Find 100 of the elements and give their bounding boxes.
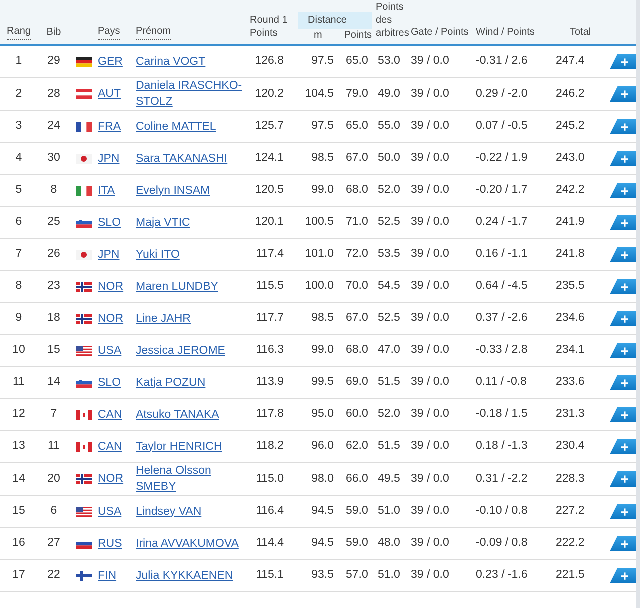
athlete-link[interactable]: Carina VOGT: [136, 54, 206, 70]
column-header[interactable]: m: [294, 29, 336, 42]
column-header[interactable]: Pays: [98, 24, 120, 40]
expand-button[interactable]: +: [610, 536, 636, 552]
table-cell: 52.5: [378, 311, 400, 326]
table-cell: 233.6: [556, 375, 585, 390]
athlete-link[interactable]: Helena Olsson SMEBY: [136, 463, 244, 495]
table-cell: 53.5: [378, 247, 400, 262]
expand-button[interactable]: +: [610, 54, 636, 70]
expand-button[interactable]: +: [610, 406, 636, 422]
table-cell: 6: [50, 504, 58, 519]
column-header[interactable]: Gate / Points: [411, 25, 469, 40]
table-cell: 47.0: [378, 343, 400, 358]
table-cell: 94.5: [312, 536, 334, 551]
expand-button[interactable]: +: [610, 214, 636, 230]
table-cell: -0.20 / 1.7: [476, 183, 528, 198]
table-cell: 114.4: [256, 536, 284, 551]
table-cell: 10: [12, 343, 26, 358]
table-cell: 0.23 / -1.6: [476, 568, 528, 583]
athlete-link[interactable]: Katja POZUN: [136, 374, 206, 390]
table-cell: 231.3: [556, 407, 585, 422]
table-cell: 9: [16, 311, 22, 326]
table-cell: 51.0: [378, 504, 400, 519]
athlete-link[interactable]: Maja VTIC: [136, 214, 190, 230]
table-cell: 3: [16, 119, 22, 134]
column-header[interactable]: Total: [570, 25, 592, 40]
flag-icon: [76, 442, 92, 452]
athlete-link[interactable]: Julia KYKKAENEN: [136, 568, 234, 584]
country-link[interactable]: JPN: [98, 150, 120, 166]
column-header[interactable]: Bib: [46, 25, 62, 40]
expand-button[interactable]: +: [610, 182, 636, 198]
expand-button[interactable]: +: [610, 118, 636, 134]
country-link[interactable]: ITA: [98, 182, 116, 198]
expand-button[interactable]: +: [610, 150, 636, 166]
country-link[interactable]: USA: [98, 504, 122, 520]
expand-button[interactable]: +: [610, 471, 636, 487]
table-cell: 6: [16, 215, 22, 230]
expand-button[interactable]: +: [610, 438, 636, 454]
athlete-link[interactable]: Daniela IRASCHKO-STOLZ: [136, 78, 244, 110]
flag-icon: [76, 346, 92, 356]
athlete-link[interactable]: Coline MATTEL: [136, 118, 216, 134]
athlete-link[interactable]: Lindsey VAN: [136, 504, 202, 520]
expand-button[interactable]: +: [610, 310, 636, 326]
country-link[interactable]: AUT: [98, 86, 121, 102]
table-cell: -0.31 / 2.6: [476, 54, 528, 69]
athlete-link[interactable]: Irina AVVAKUMOVA: [136, 536, 239, 552]
country-link[interactable]: FRA: [98, 118, 121, 134]
column-group-header: Distance: [298, 12, 372, 29]
country-link[interactable]: GER: [98, 54, 123, 70]
country-link[interactable]: NOR: [98, 278, 124, 294]
table-cell: 66.0: [346, 472, 368, 486]
table-cell: 39 / 0.0: [411, 86, 450, 102]
table-cell: 93.5: [312, 568, 334, 583]
athlete-link[interactable]: Sara TAKANASHI: [136, 150, 228, 166]
country-link[interactable]: RUS: [98, 536, 122, 552]
table-cell: 49.0: [378, 86, 400, 102]
expand-button[interactable]: +: [610, 246, 636, 262]
country-link[interactable]: JPN: [98, 246, 120, 262]
country-link[interactable]: USA: [98, 342, 122, 358]
table-cell: 39 / 0.0: [411, 407, 450, 422]
column-header[interactable]: Points: [336, 29, 372, 42]
table-cell: 115.0: [256, 472, 284, 486]
expand-button[interactable]: +: [610, 504, 636, 520]
column-header[interactable]: Points des arbitres: [376, 1, 410, 40]
table-cell: 62.0: [346, 439, 368, 454]
country-link[interactable]: CAN: [98, 406, 122, 422]
expand-button[interactable]: +: [610, 342, 636, 358]
flag-icon: [76, 250, 92, 260]
country-link[interactable]: SLO: [98, 214, 122, 230]
athlete-link[interactable]: Line JAHR: [136, 310, 191, 326]
expand-button[interactable]: +: [610, 86, 636, 102]
table-cell: 117.8: [256, 407, 284, 422]
expand-button[interactable]: +: [610, 374, 636, 390]
expand-button[interactable]: +: [610, 278, 636, 294]
country-link[interactable]: CAN: [98, 438, 122, 454]
athlete-link[interactable]: Maren LUNDBY: [136, 278, 218, 294]
athlete-link[interactable]: Taylor HENRICH: [136, 438, 222, 454]
table-cell: 51.5: [378, 439, 400, 454]
country-link[interactable]: SLO: [98, 374, 122, 390]
athlete-link[interactable]: Atsuko TANAKA: [136, 406, 220, 422]
athlete-link[interactable]: Evelyn INSAM: [136, 182, 210, 198]
table-cell: 221.5: [556, 568, 585, 583]
country-link[interactable]: NOR: [98, 471, 124, 487]
column-header[interactable]: Rang: [7, 24, 31, 40]
column-header[interactable]: Round 1 Points: [250, 14, 294, 40]
table-cell: 0.31 / -2.2: [476, 472, 528, 486]
column-header[interactable]: Prénom: [136, 24, 172, 40]
table-cell: 96.0: [312, 439, 334, 454]
table-cell: 65.0: [346, 54, 368, 69]
athlete-link[interactable]: Yuki ITO: [136, 246, 180, 262]
country-link[interactable]: FIN: [98, 568, 117, 584]
table-cell: 97.5: [312, 119, 334, 134]
expand-button[interactable]: +: [610, 568, 636, 584]
table-cell: 71.0: [346, 215, 368, 230]
athlete-link[interactable]: Jessica JEROME: [136, 342, 226, 358]
country-link[interactable]: NOR: [98, 310, 124, 326]
table-cell: 5: [16, 183, 22, 198]
column-header[interactable]: Wind / Points: [476, 25, 535, 40]
table-cell: 39 / 0.0: [411, 343, 450, 358]
table-cell: 98.5: [312, 311, 334, 326]
